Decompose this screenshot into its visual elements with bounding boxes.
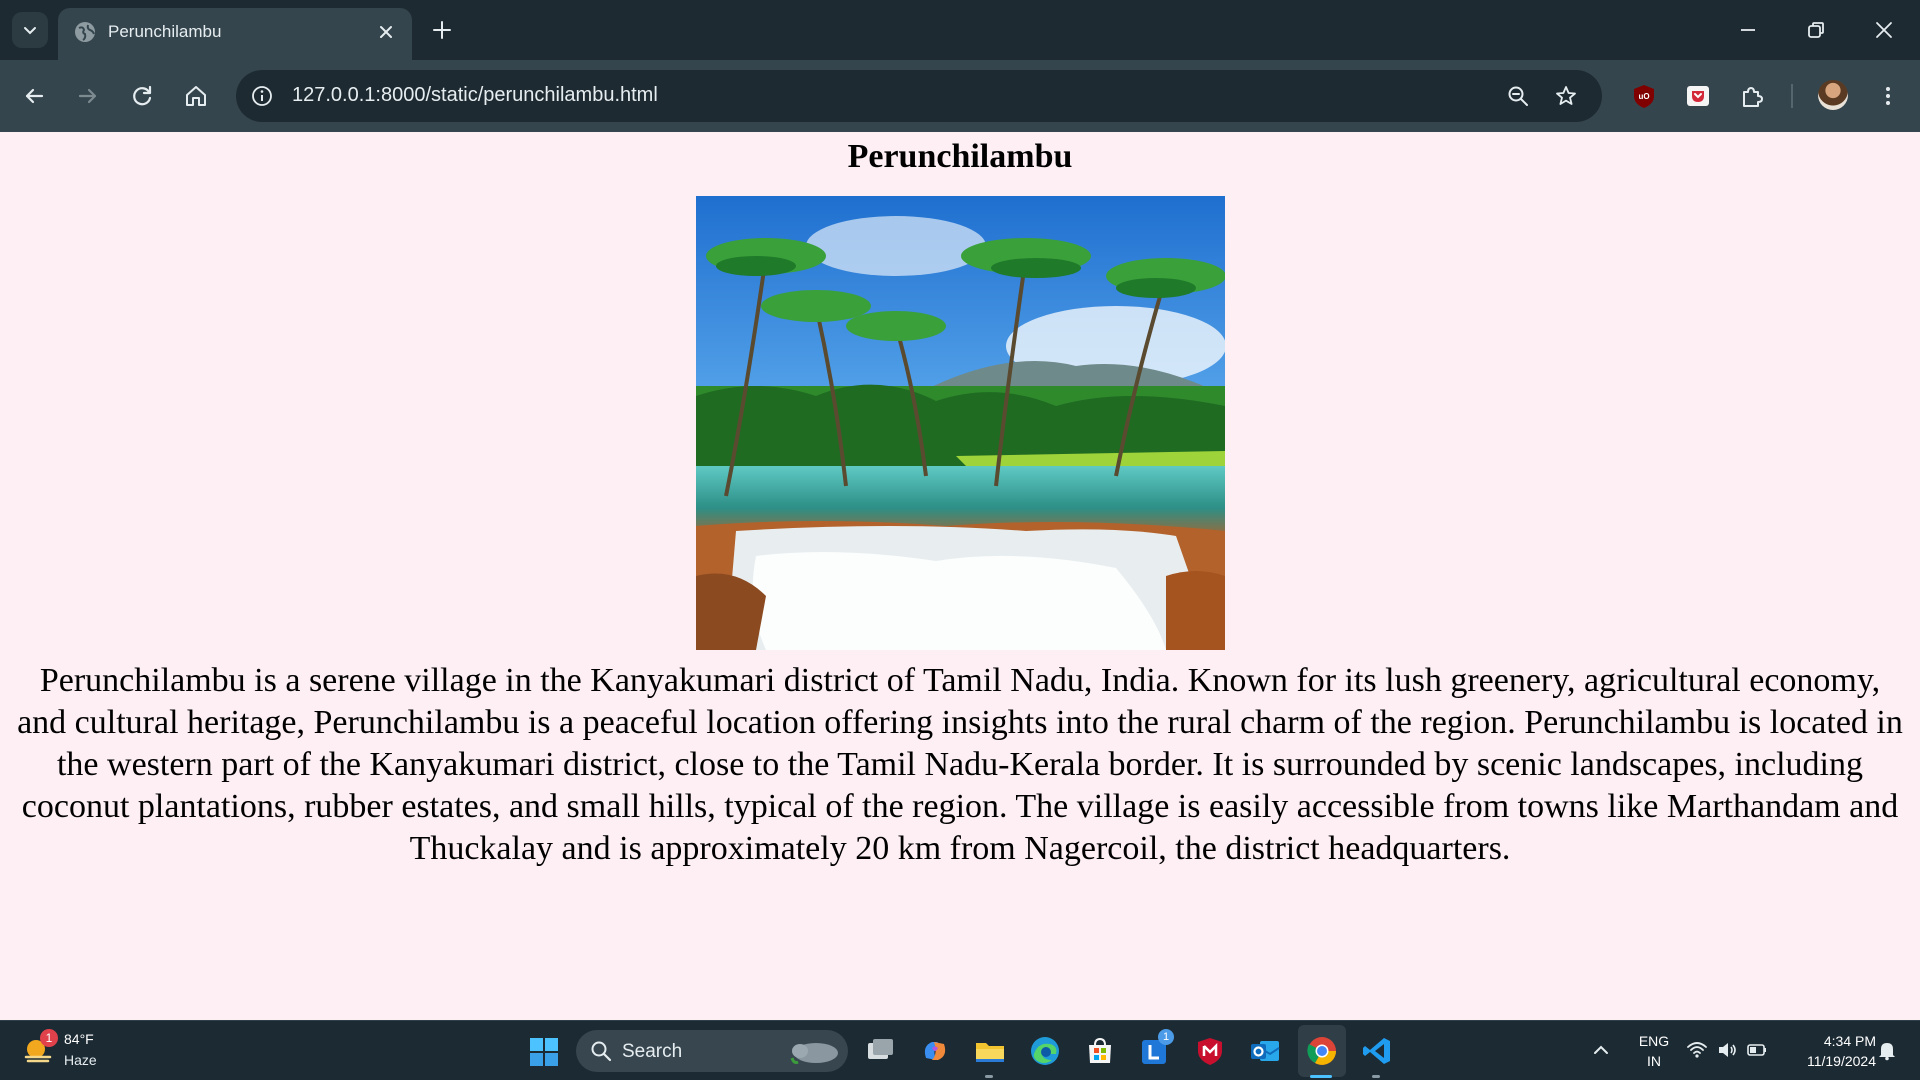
wifi-icon[interactable] (1686, 1039, 1708, 1061)
task-view-icon[interactable] (863, 1034, 897, 1068)
file-explorer-icon[interactable] (973, 1034, 1007, 1068)
taskbar-search[interactable]: Search (576, 1030, 848, 1072)
search-label: Search (622, 1041, 683, 1062)
notification-bell-icon[interactable] (1876, 1039, 1898, 1061)
window-close-icon[interactable] (1872, 18, 1896, 42)
chrome-icon[interactable] (1305, 1034, 1339, 1068)
tab-title: Perunchilambu (108, 22, 222, 41)
microsoft-store-icon[interactable] (1083, 1034, 1117, 1068)
profile-avatar[interactable] (1818, 80, 1848, 110)
battery-icon[interactable] (1746, 1039, 1768, 1061)
forward-arrow-icon[interactable] (74, 82, 102, 110)
extensions-puzzle-icon[interactable] (1738, 82, 1766, 110)
clock-date: 11/19/2024 (1806, 1053, 1876, 1069)
input-language-indicator[interactable]: ENG IN (1634, 1031, 1674, 1071)
address-bar[interactable]: 127.0.0.1:8000/static/perunchilambu.html (236, 70, 1602, 122)
chevron-down-icon (24, 27, 36, 35)
landscape-image (696, 196, 1225, 650)
language-code: ENG (1638, 1033, 1670, 1049)
chrome-active-indicator (1310, 1075, 1332, 1078)
page-title: Perunchilambu (847, 138, 1073, 175)
more-menu-icon[interactable] (1874, 82, 1902, 110)
reload-icon[interactable] (128, 82, 156, 110)
windows-start-icon[interactable] (528, 1036, 560, 1068)
restore-icon[interactable] (1804, 18, 1828, 42)
search-icon (591, 1041, 612, 1062)
page-paragraph: Perunchilambu is a serene village in the… (17, 662, 1903, 867)
region-code: IN (1647, 1053, 1661, 1069)
chevron-up-icon[interactable] (1590, 1039, 1612, 1061)
outlook-icon[interactable] (1248, 1034, 1282, 1068)
address-url[interactable]: 127.0.0.1:8000/static/perunchilambu.html (292, 84, 658, 107)
weather-alert-badge: 1 (40, 1029, 58, 1047)
vscode-running-indicator (1372, 1075, 1380, 1078)
close-icon[interactable] (376, 22, 396, 42)
site-info-icon[interactable] (250, 84, 274, 108)
bookmark-star-icon[interactable] (1554, 84, 1578, 108)
tab-search-button[interactable] (12, 12, 48, 48)
web-page: Perunchilambu Perunchilambu is a serene … (0, 132, 1920, 1020)
edge-icon[interactable] (1028, 1034, 1062, 1068)
manatee-search-highlight-icon (790, 1043, 838, 1064)
toolbar-separator (1791, 84, 1793, 108)
clock[interactable]: 4:34 PM 11/19/2024 (1780, 1031, 1876, 1071)
ublock-origin-icon[interactable]: uO (1630, 82, 1658, 110)
lync-notification-badge: 1 (1158, 1029, 1174, 1045)
weather-condition: Haze (64, 1052, 97, 1068)
zoom-icon[interactable] (1506, 84, 1530, 108)
globe-icon (75, 22, 95, 42)
browser-toolbar: 127.0.0.1:8000/static/perunchilambu.html… (0, 60, 1920, 132)
vscode-icon[interactable] (1360, 1034, 1394, 1068)
weather-temperature: 84°F (64, 1031, 94, 1047)
clock-time: 4:34 PM (1823, 1033, 1876, 1049)
volume-icon[interactable] (1716, 1039, 1738, 1061)
browser-tab-bar: Perunchilambu (0, 0, 1920, 60)
copilot-icon[interactable] (918, 1034, 952, 1068)
new-tab-plus-icon[interactable] (430, 18, 454, 42)
browser-tab[interactable]: Perunchilambu (58, 8, 412, 60)
file-explorer-running-indicator (985, 1075, 993, 1078)
pocket-icon[interactable] (1684, 82, 1712, 110)
back-arrow-icon[interactable] (20, 82, 48, 110)
svg-text:uO: uO (1638, 92, 1649, 101)
minimize-icon[interactable] (1736, 18, 1760, 42)
windows-taskbar: 1 84°F Haze Search 1 ENG IN 4:34 PM 11/1… (0, 1020, 1920, 1080)
home-icon[interactable] (182, 82, 210, 110)
mcafee-icon[interactable] (1193, 1034, 1227, 1068)
